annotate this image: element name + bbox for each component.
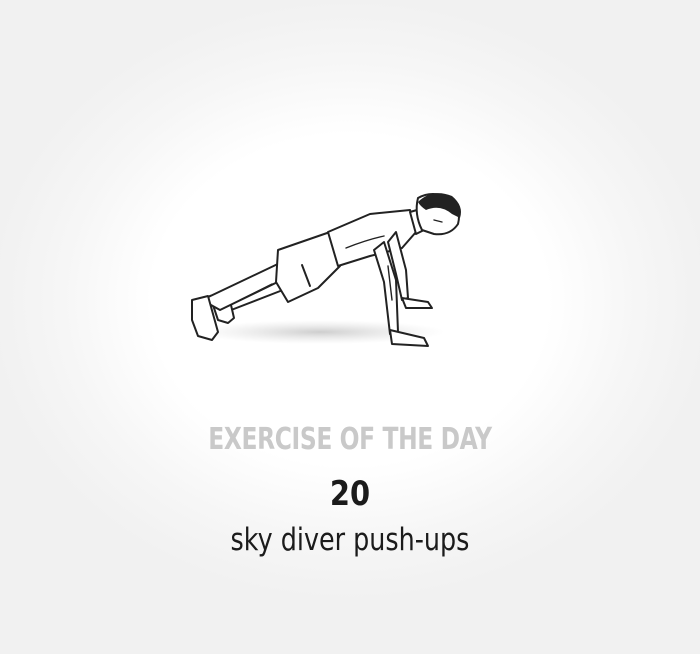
push-up-figure-icon — [170, 170, 490, 370]
exercise-name: sky diver push-ups — [230, 522, 470, 558]
exercise-text: EXERCISE OF THE DAY 20 sky diver push-up… — [0, 418, 700, 562]
exercise-count: 20 — [329, 474, 371, 514]
exercise-card: EXERCISE OF THE DAY 20 sky diver push-up… — [0, 0, 700, 654]
exercise-kicker: EXERCISE OF THE DAY — [208, 422, 492, 457]
